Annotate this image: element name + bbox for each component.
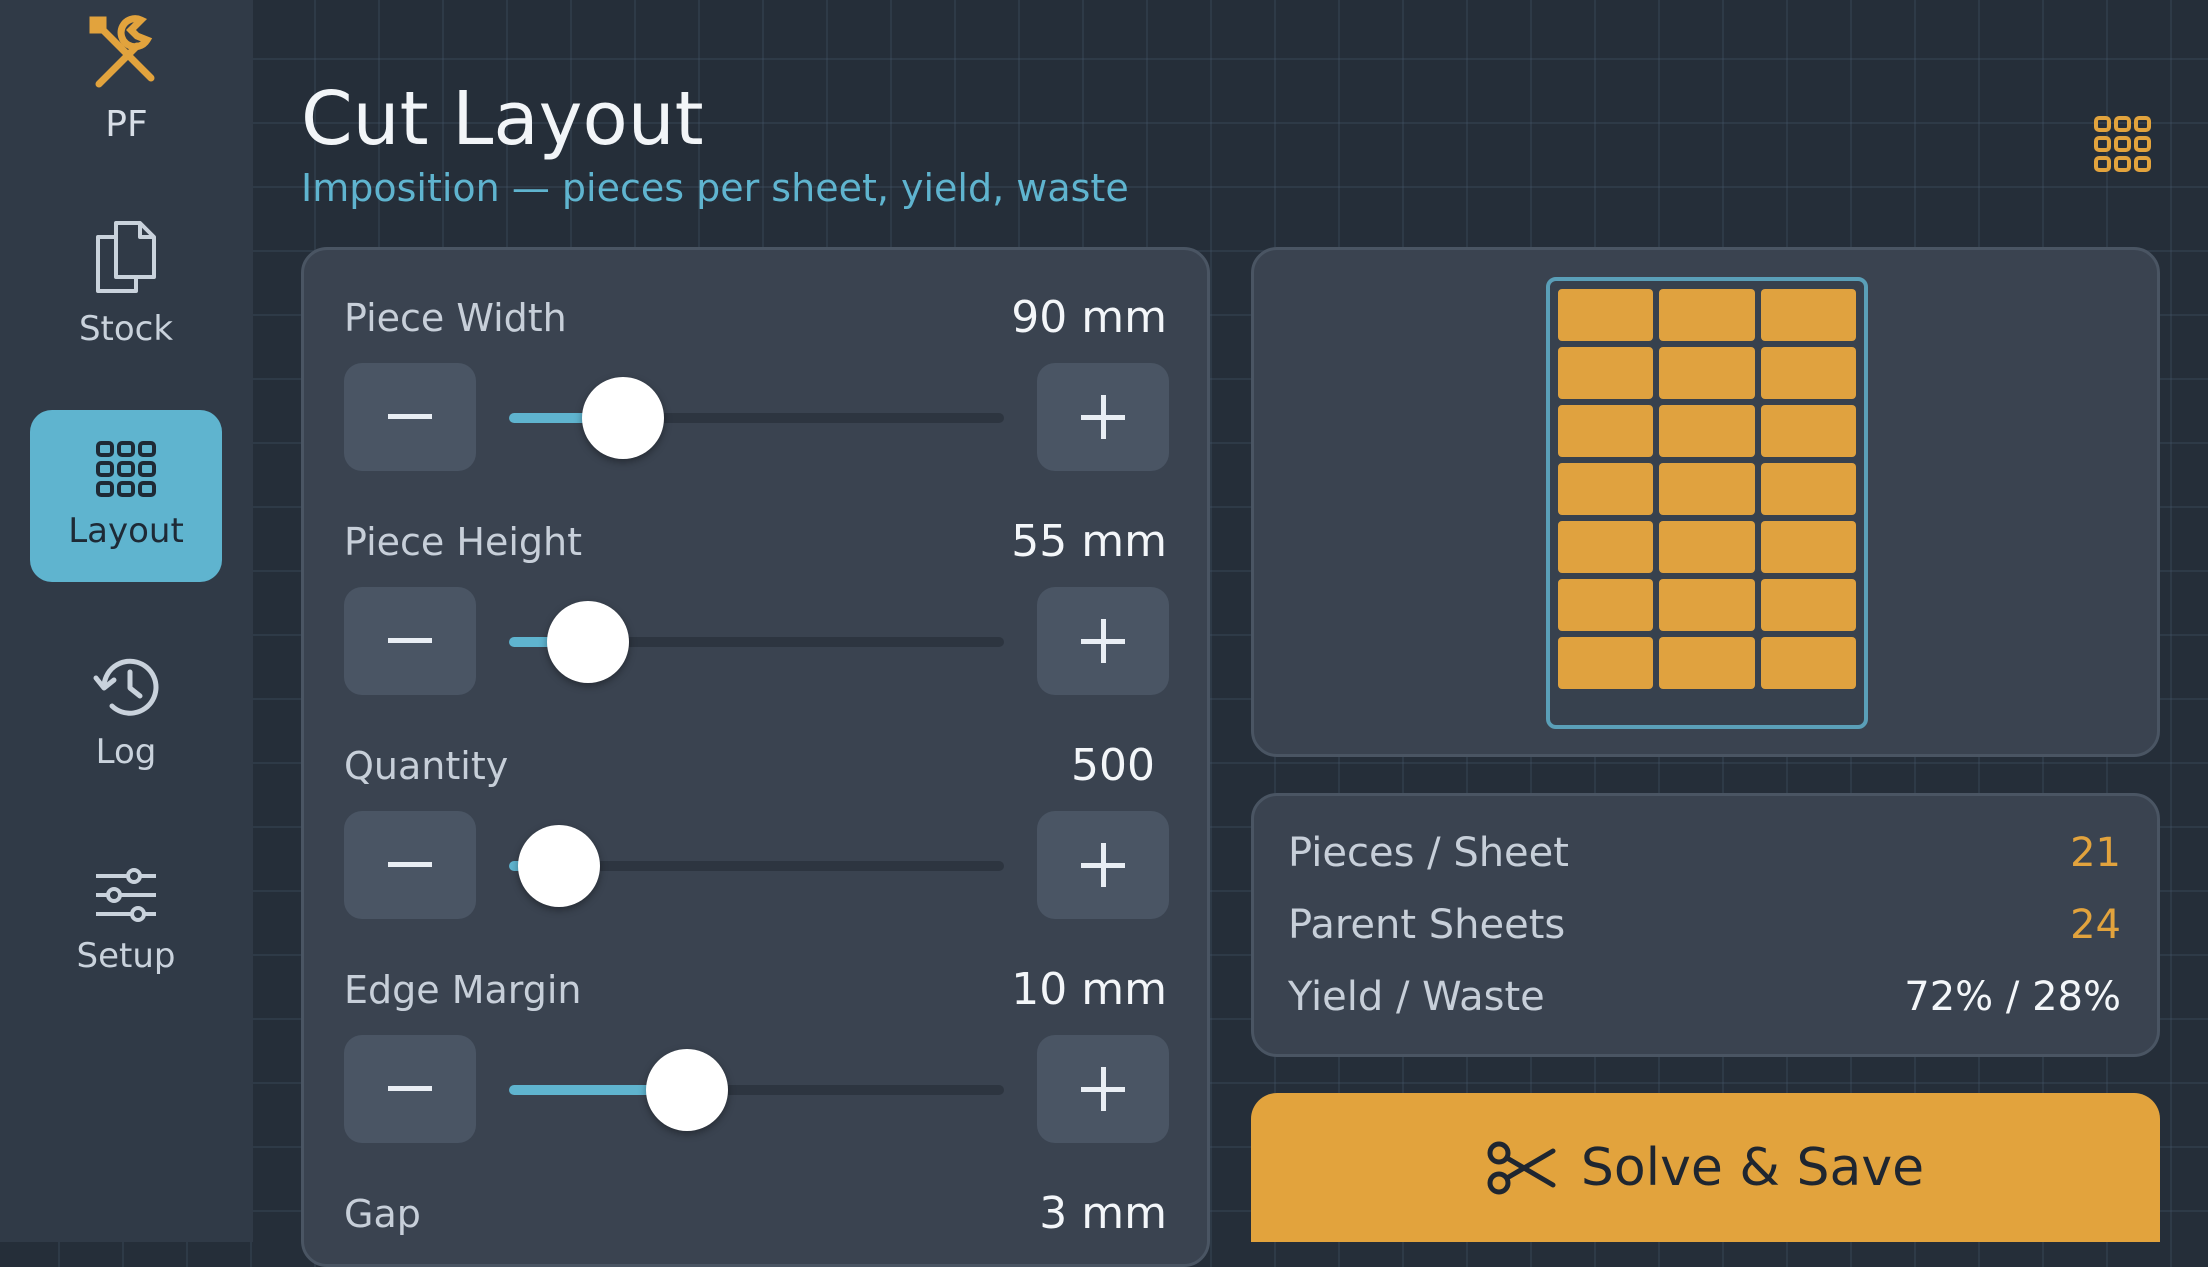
minus-icon bbox=[388, 862, 432, 867]
nav-label-log: Log bbox=[95, 732, 157, 772]
edge-margin-value: 10 mm bbox=[1011, 964, 1167, 1015]
edge-margin-slider[interactable] bbox=[509, 1049, 1004, 1131]
history-icon bbox=[93, 658, 159, 716]
pieces-per-sheet-value: 21 bbox=[2070, 830, 2121, 876]
piece-width-slider-thumb[interactable] bbox=[581, 377, 664, 459]
cut-piece bbox=[1760, 405, 1856, 457]
cut-piece bbox=[1659, 405, 1755, 457]
cut-piece bbox=[1659, 289, 1755, 341]
scissors-icon bbox=[1487, 1141, 1556, 1194]
minus-icon bbox=[388, 414, 432, 419]
quantity-label: Quantity bbox=[344, 744, 509, 788]
nav-item-layout[interactable]: Layout bbox=[30, 410, 222, 582]
cut-piece bbox=[1558, 405, 1654, 457]
piece-height-value: 55 mm bbox=[1011, 516, 1167, 567]
page-subtitle: Imposition — pieces per sheet, yield, wa… bbox=[301, 166, 1129, 210]
solve-save-label: Solve & Save bbox=[1580, 1137, 1925, 1198]
sliders-icon bbox=[96, 868, 156, 922]
cut-piece bbox=[1558, 463, 1654, 515]
piece-height-decrement-button[interactable] bbox=[344, 587, 476, 695]
layout-preview-panel bbox=[1251, 247, 2160, 757]
cut-piece bbox=[1659, 637, 1755, 689]
piece-width-label: Piece Width bbox=[344, 296, 567, 340]
piece-height-increment-button[interactable] bbox=[1037, 587, 1169, 695]
app-logo: PF bbox=[0, 14, 253, 145]
minus-icon bbox=[388, 638, 432, 643]
piece-width-value: 90 mm bbox=[1011, 292, 1167, 343]
cut-piece bbox=[1760, 347, 1856, 399]
piece-width-slider[interactable] bbox=[509, 377, 1004, 459]
quantity-increment-button[interactable] bbox=[1037, 811, 1169, 919]
cut-piece bbox=[1558, 289, 1654, 341]
sidebar: PF Stock Layout Log Setup bbox=[0, 0, 253, 1242]
gap-label: Gap bbox=[344, 1192, 421, 1236]
grid-icon bbox=[96, 441, 156, 497]
cut-piece bbox=[1760, 579, 1856, 631]
controls-panel: Piece Width 90 mm Piece Height 55 mm Qua… bbox=[301, 247, 1210, 1267]
grid-icon bbox=[2094, 116, 2151, 172]
page-title: Cut Layout bbox=[301, 76, 704, 162]
nav-item-stock[interactable]: Stock bbox=[30, 198, 222, 370]
edge-margin-slider-thumb[interactable] bbox=[646, 1049, 729, 1131]
nav-item-setup[interactable]: Setup bbox=[30, 836, 222, 1008]
quantity-decrement-button[interactable] bbox=[344, 811, 476, 919]
edge-margin-label: Edge Margin bbox=[344, 968, 582, 1012]
nav-label-layout: Layout bbox=[68, 511, 184, 551]
gap-value: 3 mm bbox=[1039, 1188, 1167, 1239]
piece-height-label: Piece Height bbox=[344, 520, 582, 564]
solve-save-button[interactable]: Solve & Save bbox=[1251, 1093, 2160, 1242]
cut-piece bbox=[1558, 521, 1654, 573]
piece-height-slider-thumb[interactable] bbox=[547, 601, 630, 683]
plus-icon bbox=[1081, 619, 1125, 663]
cut-piece bbox=[1659, 579, 1755, 631]
pieces-per-sheet-label: Pieces / Sheet bbox=[1288, 830, 1569, 876]
cut-piece bbox=[1558, 637, 1654, 689]
stock-icon bbox=[96, 221, 156, 293]
yield-waste-value: 72% / 28% bbox=[1904, 974, 2121, 1020]
yield-waste-label: Yield / Waste bbox=[1288, 974, 1545, 1020]
nav-label-stock: Stock bbox=[78, 309, 174, 349]
nav-label-setup: Setup bbox=[76, 936, 176, 976]
plus-icon bbox=[1081, 1067, 1125, 1111]
cut-piece bbox=[1659, 463, 1755, 515]
plus-icon bbox=[1081, 395, 1125, 439]
cut-piece bbox=[1558, 579, 1654, 631]
cut-piece bbox=[1760, 289, 1856, 341]
piece-width-increment-button[interactable] bbox=[1037, 363, 1169, 471]
parent-sheets-value: 24 bbox=[2070, 902, 2121, 948]
quantity-slider-thumb[interactable] bbox=[517, 825, 600, 907]
edge-margin-decrement-button[interactable] bbox=[344, 1035, 476, 1143]
piece-width-decrement-button[interactable] bbox=[344, 363, 476, 471]
piece-height-slider[interactable] bbox=[509, 601, 1004, 683]
logo-text: PF bbox=[105, 104, 148, 145]
layout-grid-button[interactable] bbox=[2094, 116, 2152, 176]
minus-icon bbox=[388, 1086, 432, 1091]
edge-margin-increment-button[interactable] bbox=[1037, 1035, 1169, 1143]
tools-icon bbox=[89, 15, 154, 88]
parent-sheet bbox=[1546, 277, 1868, 729]
cut-piece bbox=[1659, 347, 1755, 399]
cut-piece bbox=[1760, 463, 1856, 515]
plus-icon bbox=[1081, 843, 1125, 887]
quantity-slider[interactable] bbox=[509, 825, 1004, 907]
cut-piece bbox=[1558, 347, 1654, 399]
nav-item-log[interactable]: Log bbox=[30, 628, 222, 800]
cut-piece bbox=[1659, 521, 1755, 573]
parent-sheets-label: Parent Sheets bbox=[1288, 902, 1566, 948]
cut-piece bbox=[1760, 637, 1856, 689]
cut-piece bbox=[1760, 521, 1856, 573]
stats-panel: Pieces / Sheet 21 Parent Sheets 24 Yield… bbox=[1251, 793, 2160, 1057]
quantity-value: 500 bbox=[1071, 740, 1155, 791]
